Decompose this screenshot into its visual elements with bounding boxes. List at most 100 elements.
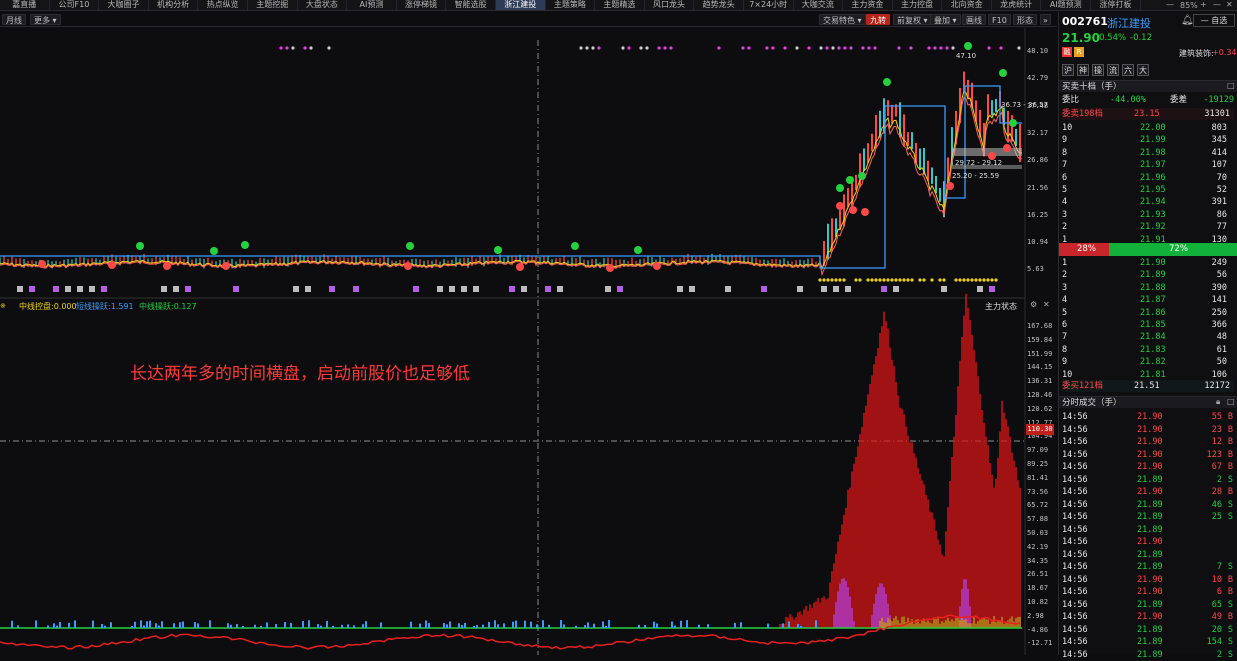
crosshair-value-badge: 110.30 — [1026, 424, 1054, 435]
stock-tag-2[interactable]: 操 — [1092, 64, 1104, 76]
indicator-tick-label: 50.03 — [1027, 529, 1049, 537]
close-icon[interactable]: ✕ — [1226, 0, 1233, 9]
draw-line-button[interactable]: 画线 — [962, 14, 986, 25]
ask-row[interactable]: 9 21.99 345 — [1062, 134, 1234, 146]
ask-row[interactable]: 10 22.00 803 — [1062, 122, 1234, 134]
zoom-in-icon[interactable]: + — [1200, 0, 1207, 9]
nav-tab-22[interactable]: 涨停打板 — [1091, 0, 1141, 10]
indicator-label-2: 中线操跃:0.127 — [139, 302, 197, 311]
ticks-expand-icon[interactable]: □ — [1227, 397, 1235, 406]
stock-name[interactable]: 浙江建投 — [1107, 15, 1151, 31]
sector-name[interactable]: 建筑装饰: — [1179, 48, 1214, 59]
signal-star — [890, 278, 894, 282]
nav-tab-9[interactable]: 智能选股 — [446, 0, 496, 10]
nav-tab-12[interactable]: 主题精选 — [595, 0, 645, 10]
signal-dot — [951, 46, 955, 50]
zoom-out-icon[interactable]: — — [1166, 0, 1174, 9]
kline-chart-area[interactable] — [0, 28, 1057, 655]
indicator-title[interactable]: 主力状态 — [985, 301, 1017, 312]
period-month-button[interactable]: 月线 — [2, 14, 26, 25]
signal-square — [293, 286, 299, 292]
tick-row: 14:56 21.90 49 B — [1062, 611, 1234, 623]
price-tick-label: 10.94 — [1027, 238, 1049, 247]
bid-row[interactable]: 9 21.82 50 — [1062, 356, 1234, 368]
indicator-settings-icon[interactable]: ⚙ — [1030, 300, 1037, 309]
sell-total-row: 委卖198档 23.15 31301 — [1062, 108, 1234, 120]
nine-turn-button[interactable]: 九转 — [866, 14, 890, 25]
nav-tab-6[interactable]: 大盘状态 — [298, 0, 348, 10]
ask-row[interactable]: 2 21.92 77 — [1062, 221, 1234, 233]
nav-tab-7[interactable]: AI预测 — [347, 0, 397, 10]
indicator-tick-label: -4.86 — [1027, 625, 1049, 634]
nav-tab-16[interactable]: 大咖交流 — [794, 0, 844, 10]
level-number: 9 — [1062, 357, 1068, 368]
nav-tab-5[interactable]: 主题挖掘 — [248, 0, 298, 10]
bid-row[interactable]: 8 21.83 61 — [1062, 344, 1234, 356]
bid-row[interactable]: 7 21.84 48 — [1062, 331, 1234, 343]
signal-dot — [1017, 46, 1021, 50]
ask-row[interactable]: 6 21.96 70 — [1062, 172, 1234, 184]
tick-row: 14:56 21.89 46 S — [1062, 499, 1234, 511]
ask-row[interactable]: 4 21.94 391 — [1062, 196, 1234, 208]
lock-icon[interactable]: 🔒︎ — [1216, 397, 1220, 407]
nav-tab-19[interactable]: 北向资金 — [942, 0, 992, 10]
nav-tab-15[interactable]: 7×24小时 — [744, 0, 794, 10]
nav-tab-8[interactable]: 涨停梯镜 — [397, 0, 447, 10]
nav-tab-1[interactable]: 公司F10 — [50, 0, 100, 10]
trade-feature-button[interactable]: 交易特色 ▾ — [819, 14, 866, 25]
nav-tab-10[interactable]: 浙江建投 — [495, 0, 546, 10]
stock-tag-5[interactable]: 大 — [1137, 64, 1149, 76]
indicator-tick-label: 26.51 — [1027, 570, 1049, 579]
bid-row[interactable]: 3 21.88 390 — [1062, 282, 1234, 294]
signal-square — [449, 286, 455, 292]
tick-time: 14:56 — [1062, 499, 1088, 510]
minimize-icon[interactable]: — — [1213, 0, 1221, 9]
tick-time: 14:56 — [1062, 524, 1088, 535]
signal-dot — [843, 46, 847, 50]
indicator-close-icon[interactable]: ✕ — [1043, 300, 1050, 309]
bell-icon[interactable]: 🔔︎ — [1181, 15, 1194, 26]
stock-tag-4[interactable]: 六 — [1122, 64, 1134, 76]
tick-price: 21.90 — [1137, 574, 1163, 585]
signal-star — [942, 278, 946, 282]
stock-tag-0[interactable]: 沪 — [1062, 64, 1074, 76]
nav-tab-21[interactable]: AI题预测 — [1041, 0, 1092, 10]
nav-tab-0[interactable]: 嘉直播 — [0, 0, 50, 10]
nav-tab-3[interactable]: 机构分析 — [149, 0, 199, 10]
ask-row[interactable]: 7 21.97 107 — [1062, 159, 1234, 171]
nav-tab-17[interactable]: 主力资金 — [843, 0, 893, 10]
f10-button[interactable]: F10 — [988, 14, 1011, 25]
signal-dot — [627, 46, 631, 50]
ask-row[interactable]: 5 21.95 52 — [1062, 184, 1234, 196]
bid-row[interactable]: 1 21.90 249 — [1062, 257, 1234, 269]
nav-tab-14[interactable]: 趋势龙头 — [694, 0, 744, 10]
pattern-button[interactable]: 形态 — [1013, 14, 1037, 25]
chart-toolbar: 月线 更多 ▾ 交易特色 ▾ 九转 前复权 ▾ 叠加 ▾ 画线 F10 形态 » — [0, 12, 1057, 27]
bid-row[interactable]: 2 21.89 56 — [1062, 269, 1234, 281]
toolbar-collapse-icon[interactable]: » — [1040, 14, 1051, 25]
adjust-button[interactable]: 前复权 ▾ — [893, 14, 932, 25]
stock-tag-1[interactable]: 神 — [1077, 64, 1089, 76]
stock-tag-3[interactable]: 流 — [1107, 64, 1119, 76]
level-number: 6 — [1062, 320, 1068, 330]
nav-tab-18[interactable]: 主力控盘 — [893, 0, 943, 10]
bid-row[interactable]: 10 21.81 106 — [1062, 369, 1234, 381]
bid-row[interactable]: 4 21.87 141 — [1062, 294, 1234, 306]
book-expand-icon[interactable]: □ — [1227, 81, 1235, 90]
nav-tab-4[interactable]: 热点纵览 — [198, 0, 248, 10]
bid-row[interactable]: 6 21.85 366 — [1062, 319, 1234, 331]
signal-square — [17, 286, 23, 292]
overlay-button[interactable]: 叠加 ▾ — [930, 14, 961, 25]
bid-row[interactable]: 5 21.86 250 — [1062, 307, 1234, 319]
nav-tab-13[interactable]: 风口龙头 — [645, 0, 695, 10]
ask-row[interactable]: 8 21.98 414 — [1062, 147, 1234, 159]
nav-tab-20[interactable]: 龙虎统计 — [992, 0, 1042, 10]
nav-tab-2[interactable]: 大咖圈子 — [99, 0, 149, 10]
level-number: 5 — [1062, 307, 1068, 318]
ask-row[interactable]: 3 21.93 86 — [1062, 209, 1234, 221]
tick-side: B — [1227, 412, 1233, 422]
signal-star — [902, 278, 906, 282]
self-select-button[interactable]: — 自选 — [1193, 14, 1235, 27]
nav-tab-11[interactable]: 主题策略 — [546, 0, 596, 10]
more-button[interactable]: 更多 ▾ — [30, 14, 61, 25]
